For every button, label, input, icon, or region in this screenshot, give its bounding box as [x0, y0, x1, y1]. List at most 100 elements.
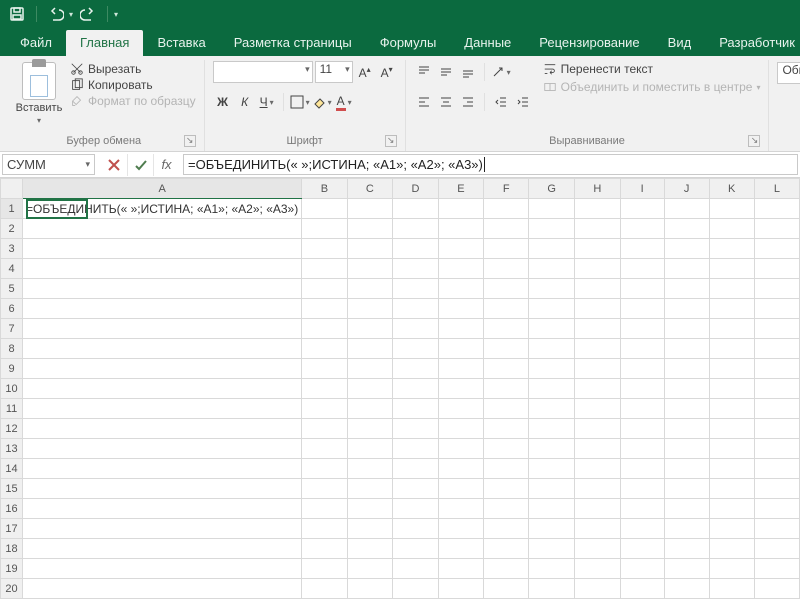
- cell[interactable]: [484, 299, 529, 319]
- cell[interactable]: [393, 339, 439, 359]
- cell[interactable]: [347, 459, 393, 479]
- cell[interactable]: [620, 519, 664, 539]
- cell[interactable]: [620, 579, 664, 599]
- row-header[interactable]: 20: [1, 579, 23, 599]
- redo-button[interactable]: [77, 3, 99, 25]
- tab-home[interactable]: Главная: [66, 30, 143, 56]
- cell[interactable]: [23, 399, 302, 419]
- cell[interactable]: [575, 539, 621, 559]
- cell[interactable]: [620, 219, 664, 239]
- row-header[interactable]: 11: [1, 399, 23, 419]
- cell[interactable]: [529, 419, 575, 439]
- cell[interactable]: [709, 559, 754, 579]
- tab-data[interactable]: Данные: [450, 30, 525, 56]
- cell[interactable]: [620, 479, 664, 499]
- cell[interactable]: [302, 539, 347, 559]
- cell[interactable]: [23, 319, 302, 339]
- cell[interactable]: [620, 319, 664, 339]
- column-header[interactable]: J: [664, 179, 709, 199]
- row-header[interactable]: 15: [1, 479, 23, 499]
- cell[interactable]: [575, 479, 621, 499]
- cell[interactable]: [709, 299, 754, 319]
- cell[interactable]: [484, 279, 529, 299]
- cell[interactable]: [393, 499, 439, 519]
- row-header[interactable]: 3: [1, 239, 23, 259]
- cell[interactable]: [393, 219, 439, 239]
- cell[interactable]: [484, 439, 529, 459]
- cell[interactable]: [664, 559, 709, 579]
- cell[interactable]: [438, 379, 483, 399]
- cell[interactable]: [529, 559, 575, 579]
- cell[interactable]: [438, 339, 483, 359]
- cell[interactable]: [23, 379, 302, 399]
- cell[interactable]: [754, 359, 799, 379]
- cell[interactable]: [664, 419, 709, 439]
- cell[interactable]: [529, 339, 575, 359]
- save-button[interactable]: [6, 3, 28, 25]
- cell[interactable]: [754, 559, 799, 579]
- cell[interactable]: [664, 219, 709, 239]
- cell[interactable]: [438, 539, 483, 559]
- cell[interactable]: [664, 499, 709, 519]
- cell[interactable]: [484, 519, 529, 539]
- row-header[interactable]: 19: [1, 559, 23, 579]
- cell[interactable]: [754, 519, 799, 539]
- row-header[interactable]: 8: [1, 339, 23, 359]
- cell[interactable]: [709, 539, 754, 559]
- row-header[interactable]: 5: [1, 279, 23, 299]
- cell[interactable]: [754, 399, 799, 419]
- orientation-button[interactable]: [491, 62, 511, 82]
- cell[interactable]: [620, 439, 664, 459]
- cell[interactable]: [575, 219, 621, 239]
- column-header[interactable]: D: [393, 179, 439, 199]
- cut-button[interactable]: Вырезать: [70, 62, 196, 76]
- align-middle-button[interactable]: [436, 62, 456, 82]
- cell[interactable]: [754, 259, 799, 279]
- tab-insert[interactable]: Вставка: [143, 30, 219, 56]
- cell[interactable]: [529, 519, 575, 539]
- cell[interactable]: [484, 559, 529, 579]
- cell[interactable]: [620, 399, 664, 419]
- cell[interactable]: [575, 319, 621, 339]
- cell[interactable]: [529, 319, 575, 339]
- cell[interactable]: [484, 419, 529, 439]
- cell[interactable]: [664, 359, 709, 379]
- cell[interactable]: [438, 219, 483, 239]
- cell[interactable]: [575, 519, 621, 539]
- cell[interactable]: [664, 299, 709, 319]
- insert-function-button[interactable]: fx: [153, 154, 179, 176]
- cell[interactable]: [23, 259, 302, 279]
- paste-button[interactable]: Вставить ▾: [12, 60, 66, 133]
- cell[interactable]: [575, 199, 621, 219]
- cell[interactable]: [347, 519, 393, 539]
- cell[interactable]: [484, 379, 529, 399]
- cell[interactable]: [709, 339, 754, 359]
- cell[interactable]: [529, 579, 575, 599]
- cell[interactable]: [302, 259, 347, 279]
- cell[interactable]: [620, 339, 664, 359]
- cell[interactable]: [23, 219, 302, 239]
- cell[interactable]: [347, 579, 393, 599]
- cell[interactable]: [23, 279, 302, 299]
- cell[interactable]: [484, 259, 529, 279]
- column-header[interactable]: L: [754, 179, 799, 199]
- cell[interactable]: [754, 279, 799, 299]
- undo-dropdown[interactable]: ▾: [69, 10, 73, 19]
- cell[interactable]: [620, 379, 664, 399]
- cell[interactable]: [23, 579, 302, 599]
- cell[interactable]: [438, 479, 483, 499]
- cell[interactable]: [664, 579, 709, 599]
- underline-button[interactable]: Ч: [257, 92, 277, 112]
- cell[interactable]: [302, 419, 347, 439]
- cell[interactable]: [620, 279, 664, 299]
- align-bottom-button[interactable]: [458, 62, 478, 82]
- column-header[interactable]: G: [529, 179, 575, 199]
- cell[interactable]: [438, 499, 483, 519]
- cell[interactable]: [438, 299, 483, 319]
- column-header[interactable]: I: [620, 179, 664, 199]
- cell[interactable]: [620, 499, 664, 519]
- row-header[interactable]: 18: [1, 539, 23, 559]
- cell[interactable]: [575, 399, 621, 419]
- cell[interactable]: [23, 459, 302, 479]
- cell[interactable]: [664, 239, 709, 259]
